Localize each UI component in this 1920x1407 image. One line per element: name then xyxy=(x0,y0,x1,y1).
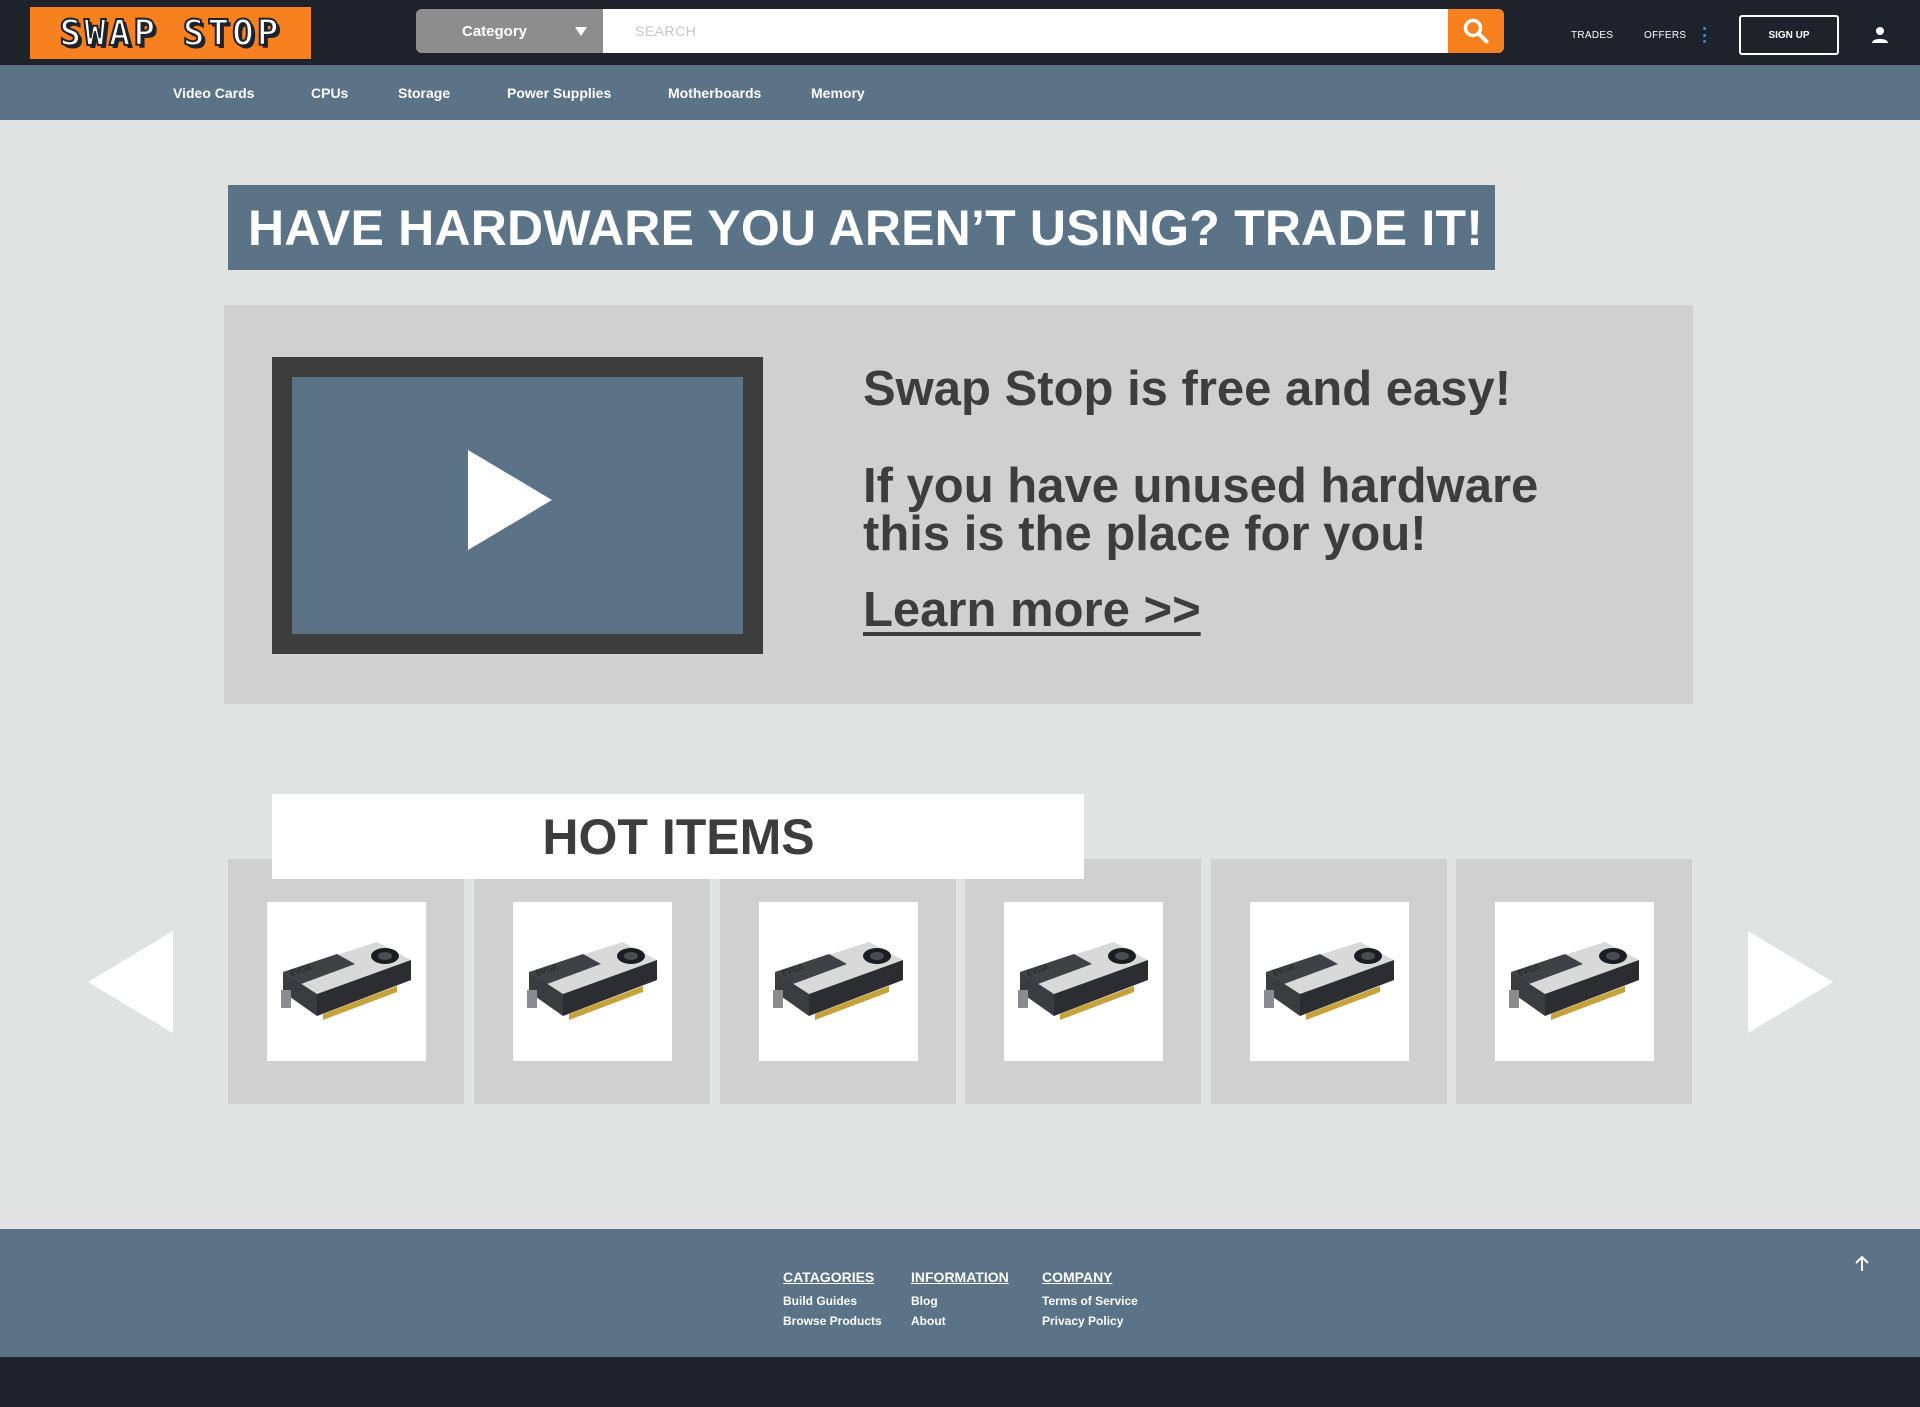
arrow-up-icon[interactable] xyxy=(1852,1254,1872,1274)
nav-item-video-cards[interactable]: Video Cards xyxy=(173,85,254,101)
footer-link[interactable]: Build Guides xyxy=(783,1291,882,1311)
hot-item-card[interactable]: EVGA xyxy=(965,859,1201,1104)
sign-up-button[interactable]: SIGN UP xyxy=(1739,15,1839,55)
intro-lead: Swap Stop is free and easy! xyxy=(863,362,1512,416)
intro-text: Swap Stop is free and easy! If you have … xyxy=(863,365,1623,638)
hero-banner: HAVE HARDWARE YOU AREN’T USING? TRADE IT… xyxy=(228,185,1495,270)
search-bar: Category xyxy=(416,9,1504,53)
video-player[interactable] xyxy=(272,357,763,654)
video-screen xyxy=(292,377,743,634)
hot-item-card[interactable]: EVGA xyxy=(228,859,464,1104)
footer-heading[interactable]: CATAGORIES xyxy=(783,1269,882,1285)
footer-link[interactable]: Blog xyxy=(911,1291,1009,1311)
nav-item-memory[interactable]: Memory xyxy=(811,85,865,101)
footer-link[interactable]: Browse Products xyxy=(783,1311,882,1331)
nav-item-storage[interactable]: Storage xyxy=(398,85,450,101)
category-dropdown[interactable]: Category xyxy=(416,9,603,53)
footer-heading[interactable]: COMPANY xyxy=(1042,1269,1138,1285)
graphics-card-image[interactable]: EVGA xyxy=(1495,902,1654,1061)
graphics-card-image[interactable]: EVGA xyxy=(513,902,672,1061)
hot-items-title: HOT ITEMS xyxy=(542,808,815,865)
site-logo[interactable]: SWAP STOP xyxy=(30,7,311,59)
hot-item-card[interactable]: EVGA xyxy=(1456,859,1692,1104)
footer-link[interactable]: About xyxy=(911,1311,1009,1331)
hot-item-card[interactable]: EVGA xyxy=(720,859,956,1104)
intro-panel: Swap Stop is free and easy! If you have … xyxy=(224,305,1693,704)
search-input[interactable] xyxy=(603,9,1448,53)
user-icon[interactable] xyxy=(1871,26,1889,44)
footer-column-information: INFORMATION Blog About xyxy=(911,1269,1009,1331)
footer-link[interactable]: Privacy Policy xyxy=(1042,1311,1138,1331)
footer-link[interactable]: Terms of Service xyxy=(1042,1291,1138,1311)
play-icon[interactable] xyxy=(468,450,552,550)
category-dropdown-label: Category xyxy=(461,22,528,40)
graphics-card-image[interactable]: EVGA xyxy=(267,902,426,1061)
hero-banner-title: HAVE HARDWARE YOU AREN’T USING? TRADE IT… xyxy=(248,199,1484,256)
footer: CATAGORIES Build Guides Browse Products … xyxy=(0,1229,1920,1357)
learn-more-link[interactable]: Learn more >> xyxy=(863,582,1201,638)
search-icon xyxy=(1463,18,1489,44)
offers-link[interactable]: OFFERS xyxy=(1644,30,1686,41)
graphics-card-image[interactable]: EVGA xyxy=(759,902,918,1061)
hot-items-heading: HOT ITEMS xyxy=(272,794,1084,879)
footer-heading[interactable]: INFORMATION xyxy=(911,1269,1009,1285)
trades-link[interactable]: TRADES xyxy=(1571,30,1613,41)
carousel-prev-arrow-icon[interactable] xyxy=(88,931,173,1033)
nav-item-power-supplies[interactable]: Power Supplies xyxy=(507,85,611,101)
hot-item-card[interactable]: EVGA xyxy=(474,859,710,1104)
caret-down-icon xyxy=(575,27,587,36)
hot-item-card[interactable]: EVGA xyxy=(1211,859,1447,1104)
intro-sub: If you have unused hardware this is the … xyxy=(863,459,1539,562)
graphics-card-image[interactable]: EVGA xyxy=(1250,902,1409,1061)
carousel-next-arrow-icon[interactable] xyxy=(1748,931,1833,1033)
bottom-strip xyxy=(0,1357,1920,1407)
graphics-card-image[interactable]: EVGA xyxy=(1004,902,1163,1061)
nav-item-cpus[interactable]: CPUs xyxy=(311,85,348,101)
top-bar: SWAP STOP Category TRADES OFFERS SIGN UP xyxy=(0,0,1920,65)
logo-text: SWAP STOP xyxy=(58,12,282,55)
search-button[interactable] xyxy=(1448,9,1504,53)
category-nav: Video Cards CPUs Storage Power Supplies … xyxy=(0,65,1920,120)
footer-column-categories: CATAGORIES Build Guides Browse Products xyxy=(783,1269,882,1331)
footer-column-company: COMPANY Terms of Service Privacy Policy xyxy=(1042,1269,1138,1331)
kebab-menu-icon[interactable] xyxy=(1703,27,1707,43)
nav-item-motherboards[interactable]: Motherboards xyxy=(668,85,761,101)
